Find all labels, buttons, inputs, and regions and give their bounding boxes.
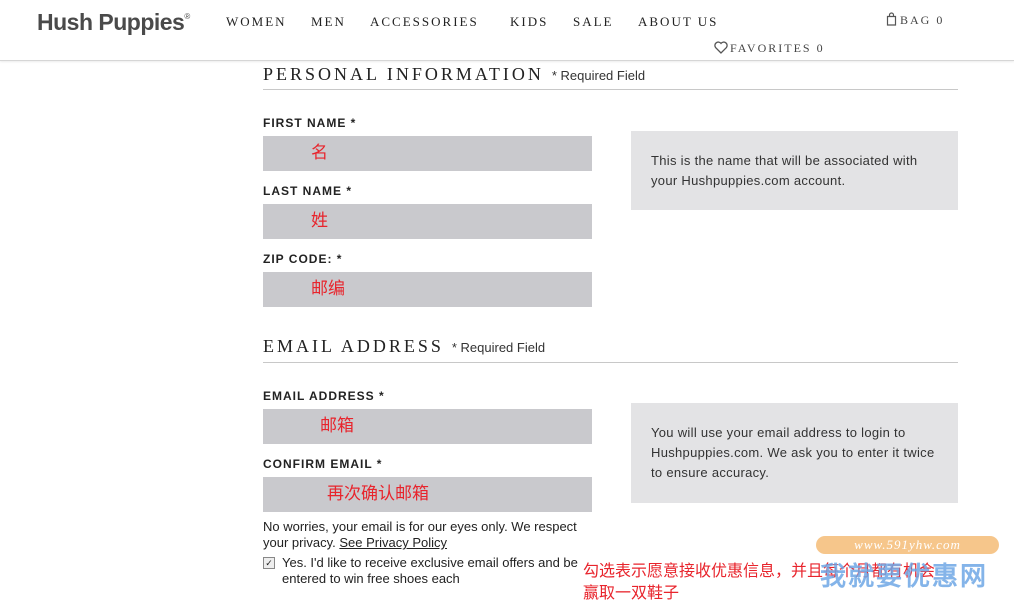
favorites-label: FAVORITES [730,41,812,55]
nav-sale[interactable]: SALE [573,14,614,30]
confirm-email-label: CONFIRM EMAIL * [263,457,383,471]
email-info-box: You will use your email address to login… [631,403,958,503]
favorites-count: 0 [816,41,825,55]
personal-required-note: * Required Field [551,68,646,83]
registered-mark: ® [184,12,190,21]
privacy-policy-link[interactable]: See Privacy Policy [339,535,447,550]
bag-label: BAG [900,13,932,27]
zip-code-field[interactable]: 邮编 [263,272,592,307]
first-name-field[interactable]: 名 [263,136,592,171]
watermark-url: www.591yhw.com [816,536,999,554]
email-heading: EMAIL ADDRESS * Required Field [263,336,545,357]
shopping-bag-icon [886,12,897,26]
nav-women[interactable]: WOMEN [226,14,287,30]
heart-icon [714,41,728,54]
personal-divider [263,89,958,90]
email-required-note: * Required Field [451,340,546,355]
first-name-label: FIRST NAME * [263,116,357,130]
last-name-field[interactable]: 姓 [263,204,592,239]
optin-checkbox[interactable]: ✓ [263,557,275,569]
last-name-label: LAST NAME * [263,184,352,198]
nav-men[interactable]: MEN [311,14,346,30]
optin-text: Yes. I'd like to receive exclusive email… [282,555,578,586]
nav-accessories[interactable]: ACCESSORIES [370,14,479,30]
bag-link[interactable]: BAG 0 [886,12,944,28]
email-address-label: EMAIL ADDRESS * [263,389,385,403]
email-title: EMAIL ADDRESS [263,336,444,356]
favorites-link[interactable]: FAVORITES 0 [714,41,825,56]
watermark-text: 我就要优惠网 [820,562,989,592]
personal-info-heading: PERSONAL INFORMATION * Required Field [263,64,645,85]
brand-logo[interactable]: Hush Puppies® [37,9,190,36]
bag-count: 0 [936,13,945,27]
email-divider [263,362,958,363]
name-info-box: This is the name that will be associated… [631,131,958,210]
nav-kids[interactable]: KIDS [510,14,548,30]
name-info-text: This is the name that will be associated… [651,153,918,188]
email-address-field[interactable]: 邮箱 [263,409,592,444]
email-info-text: You will use your email address to login… [651,425,935,480]
site-header: Hush Puppies® WOMEN MEN ACCESSORIES KIDS… [0,0,1014,61]
privacy-note: No worries, your email is for our eyes o… [263,519,593,551]
confirm-email-field[interactable]: 再次确认邮箱 [263,477,592,512]
nav-about-us[interactable]: ABOUT US [638,14,718,30]
brand-logo-text: Hush Puppies [37,9,185,35]
zip-code-label: ZIP CODE: * [263,252,343,266]
personal-info-title: PERSONAL INFORMATION [263,64,544,84]
